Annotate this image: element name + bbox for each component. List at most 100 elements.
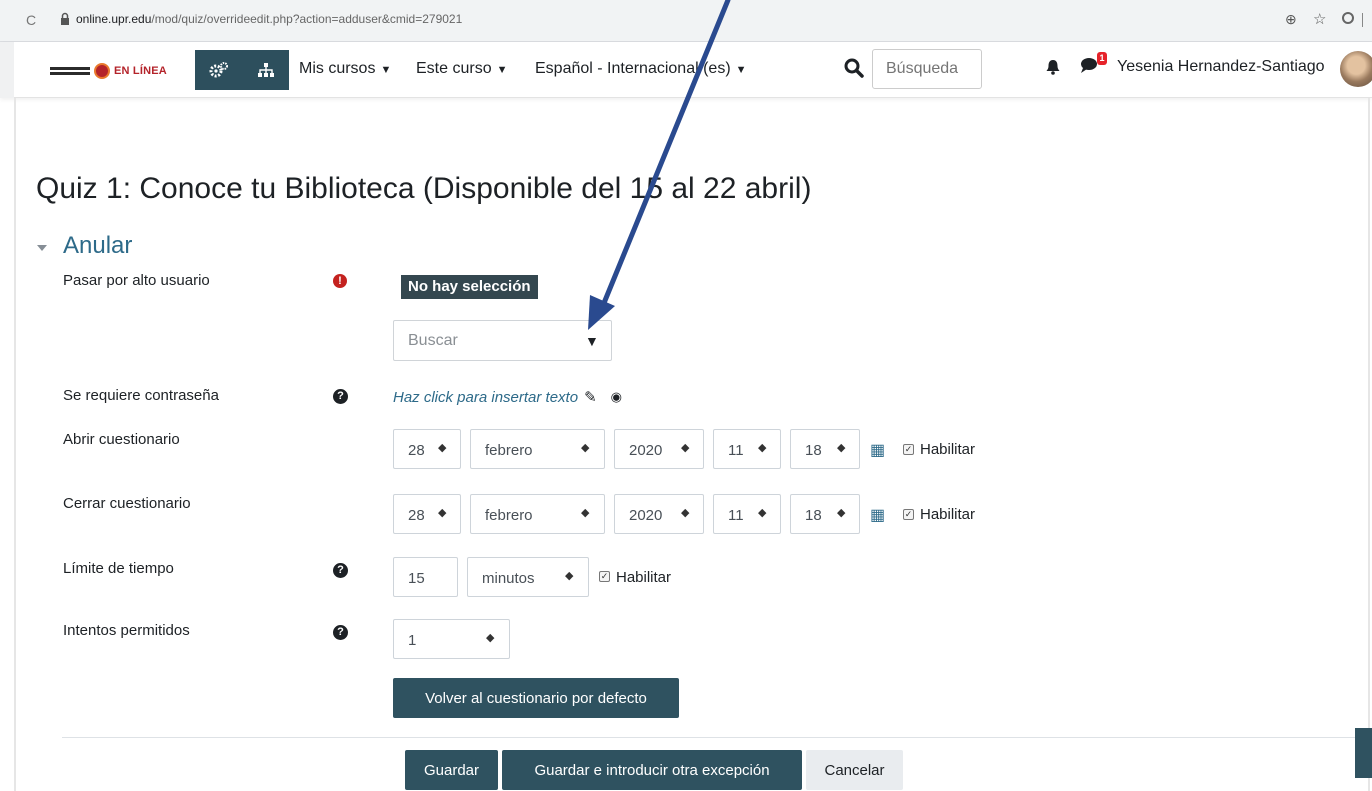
attempts-select[interactable]: 1 ◆ [393, 619, 510, 659]
sort-arrows-icon: ◆ [438, 507, 447, 519]
sort-arrows-icon: ◆ [486, 632, 495, 644]
site-logo[interactable]: EN LÍNEA [50, 62, 167, 80]
bookmark-star-icon[interactable]: ☆ [1313, 10, 1326, 28]
upr-logo-mark [50, 67, 90, 75]
select-value: 11 [728, 507, 744, 524]
open-enable-checkbox[interactable]: ✓ [903, 444, 914, 455]
zoom-icon[interactable]: ⊕ [1285, 11, 1297, 28]
logo-text: EN LÍNEA [114, 65, 167, 77]
bell-icon[interactable] [1046, 59, 1060, 75]
open-minute-select[interactable]: 18 ◆ [790, 429, 860, 469]
eye-icon[interactable]: ◉ [611, 389, 622, 405]
calendar-icon[interactable]: ▦ [870, 440, 885, 460]
password-inplace-editable[interactable]: Haz click para insertar texto ✎ ◉ [393, 388, 622, 407]
menu-label: Este curso [416, 60, 492, 77]
close-enable-checkbox[interactable]: ✓ [903, 509, 914, 520]
open-month-select[interactable]: febrero ◆ [470, 429, 605, 469]
user-avatar[interactable] [1340, 51, 1372, 87]
close-quiz-label: Cerrar cuestionario [63, 495, 191, 512]
sort-arrows-icon: ◆ [758, 442, 767, 454]
section-toggle-anular[interactable]: Anular [37, 232, 132, 260]
open-enable-label[interactable]: Habilitar [920, 441, 975, 458]
open-hour-select[interactable]: 11 ◆ [713, 429, 781, 469]
calendar-icon[interactable]: ▦ [870, 505, 885, 525]
close-enable-label[interactable]: Habilitar [920, 506, 975, 523]
select-value: minutos [482, 570, 535, 587]
open-year-select[interactable]: 2020 ◆ [614, 429, 704, 469]
combobox-placeholder: Buscar [408, 332, 458, 349]
timelimit-number-input[interactable]: 15 [393, 557, 458, 597]
select-value: 2020 [629, 507, 663, 524]
search-input[interactable] [872, 49, 982, 89]
caret-down-icon: ▼ [380, 64, 392, 76]
select-value: 18 [805, 442, 822, 459]
password-edit-link[interactable]: Haz click para insertar texto [393, 389, 578, 406]
page-right-border [1368, 98, 1370, 791]
open-day-select[interactable]: 28 ◆ [393, 429, 461, 469]
sort-arrows-icon: ◆ [837, 442, 846, 454]
search-icon[interactable] [843, 56, 865, 80]
user-override-label: Pasar por alto usuario [63, 272, 210, 289]
open-quiz-label: Abrir cuestionario [63, 431, 180, 448]
caret-down-icon: ▼ [496, 64, 508, 76]
select-value: 2020 [629, 442, 663, 459]
page-left-border [14, 98, 16, 791]
close-day-select[interactable]: 28 ◆ [393, 494, 461, 534]
close-month-select[interactable]: febrero ◆ [470, 494, 605, 534]
sort-arrows-icon: ◆ [581, 507, 590, 519]
globe-logo-icon [94, 63, 110, 79]
close-minute-select[interactable]: 18 ◆ [790, 494, 860, 534]
reload-icon[interactable]: C [26, 12, 36, 28]
revert-to-default-button[interactable]: Volver al cuestionario por defecto [393, 678, 679, 718]
sort-arrows-icon: ◆ [581, 442, 590, 454]
form-divider [62, 737, 1368, 738]
caret-down-icon: ▼ [735, 64, 747, 76]
timelimit-unit-select[interactable]: minutos ◆ [467, 557, 589, 597]
select-value: 18 [805, 507, 822, 524]
top-navbar: EN LÍNEA Mis cursos ▼ Este curso ▼ Español… [0, 42, 1372, 98]
select-value: febrero [485, 442, 533, 459]
question-circle-icon[interactable]: ? [333, 625, 348, 640]
sort-arrows-icon: ◆ [681, 442, 690, 454]
select-value: 28 [408, 442, 425, 459]
menu-mis-cursos[interactable]: Mis cursos ▼ [299, 60, 391, 78]
user-search-combobox[interactable]: Buscar ▼ [393, 320, 612, 361]
password-label: Se requiere contraseña [63, 387, 219, 404]
pencil-icon[interactable]: ✎ [584, 388, 597, 406]
close-year-select[interactable]: 2020 ◆ [614, 494, 704, 534]
notification-badge: 1 [1097, 52, 1107, 65]
dropdown-arrow-icon[interactable]: ▼ [585, 333, 599, 349]
menu-label: Mis cursos [299, 60, 376, 77]
extension-icon[interactable] [1342, 12, 1354, 24]
save-button[interactable]: Guardar [405, 750, 498, 790]
sort-arrows-icon: ◆ [758, 507, 767, 519]
select-value: febrero [485, 507, 533, 524]
sitemap-icon[interactable] [242, 50, 289, 90]
close-hour-select[interactable]: 11 ◆ [713, 494, 781, 534]
question-circle-icon[interactable]: ? [333, 389, 348, 404]
menu-este-curso[interactable]: Este curso ▼ [416, 60, 507, 78]
menu-language[interactable]: Español - Internacional (es) ▼ [535, 60, 747, 78]
drawer-toggle-button[interactable] [1355, 728, 1372, 778]
question-circle-icon[interactable]: ? [333, 563, 348, 578]
collapse-caret-icon [37, 244, 47, 251]
sort-arrows-icon: ◆ [438, 442, 447, 454]
attempts-label: Intentos permitidos [63, 622, 190, 639]
toolbar-divider [1362, 13, 1363, 27]
messages-icon[interactable] [1080, 56, 1098, 74]
timelimit-enable-label[interactable]: Habilitar [616, 569, 671, 586]
nav-button-group [195, 50, 289, 90]
cancel-button[interactable]: Cancelar [806, 750, 903, 790]
select-value: 11 [728, 442, 744, 459]
settings-cogs-icon[interactable] [195, 50, 242, 90]
drawer-strip [0, 42, 14, 98]
url-domain: online.upr.edu [76, 12, 152, 26]
menu-label: Español - Internacional (es) [535, 60, 731, 77]
exclamation-circle-icon[interactable]: ! [333, 274, 347, 288]
timelimit-enable-checkbox[interactable]: ✓ [599, 571, 610, 582]
url-text[interactable]: online.upr.edu/mod/quiz/overrideedit.php… [76, 12, 462, 26]
user-menu-name[interactable]: Yesenia Hernandez-Santiago [1117, 58, 1325, 76]
sort-arrows-icon: ◆ [681, 507, 690, 519]
save-and-add-another-button[interactable]: Guardar e introducir otra excepción [502, 750, 802, 790]
select-value: 28 [408, 507, 425, 524]
